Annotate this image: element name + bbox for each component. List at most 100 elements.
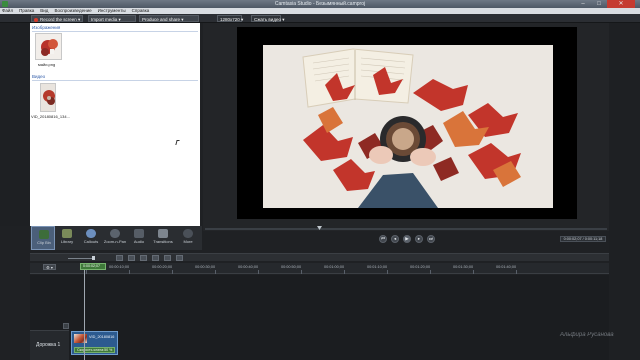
- ruler-label: 00:01:40;00: [496, 265, 517, 269]
- mouse-cursor-icon: [175, 140, 180, 145]
- fit-label: Сжать видео: [254, 17, 281, 22]
- tab-label: More: [183, 239, 193, 244]
- fit-dropdown[interactable]: Сжать видео ▾: [251, 15, 284, 22]
- ruler-label: 00:00:30;00: [195, 265, 216, 269]
- track-lock-icon[interactable]: [63, 323, 69, 329]
- ruler-label: 00:01:00;00: [324, 265, 345, 269]
- ruler-tick: [344, 270, 345, 274]
- ruler-label: 00:00:40;00: [238, 265, 259, 269]
- tab-library[interactable]: Library: [55, 226, 79, 250]
- ruler-tick: [301, 270, 302, 274]
- ruler-tick: [129, 270, 130, 274]
- video-frame[interactable]: [263, 45, 553, 208]
- quiz-icon[interactable]: [176, 255, 183, 261]
- video-frame-art: [263, 45, 553, 208]
- audio-icon: [134, 229, 144, 238]
- image-thumbnail-art: [41, 39, 58, 56]
- clip-bin-panel: Изображения майи.png Видео VID_20180816_…: [30, 23, 200, 226]
- timeline-settings-button[interactable]: ⚙ ▾: [43, 264, 56, 270]
- paste-icon[interactable]: [152, 255, 159, 261]
- canvas-size-label: 1280x720: [220, 17, 240, 22]
- tab-label: Callouts: [83, 239, 99, 244]
- tab-more[interactable]: More: [176, 226, 200, 250]
- ruler-label: 00:00:50;00: [281, 265, 302, 269]
- tab-label: Library: [60, 239, 74, 244]
- close-button[interactable]: ✕: [607, 0, 635, 8]
- clip-name: VID_20180816: [89, 335, 115, 339]
- ruler-label: 00:01:30;00: [453, 265, 474, 269]
- split-icon[interactable]: [128, 255, 135, 261]
- ruler-label: 00:01:10;00: [367, 265, 388, 269]
- timeline-toolbar: [30, 253, 610, 261]
- ruler-label: 00:01:20;00: [410, 265, 431, 269]
- time-readout: 0:00:02;07 / 0:00:11;18: [560, 236, 606, 242]
- video-file-name: VID_20180816_134...: [31, 114, 70, 119]
- tab-label: Transitions: [153, 239, 173, 244]
- clip-bin-icon: [39, 230, 49, 239]
- tab-audio[interactable]: Audio: [127, 226, 151, 250]
- ruler-tick: [430, 270, 431, 274]
- ruler-label: 00:00:20;00: [152, 265, 173, 269]
- copy-icon[interactable]: [140, 255, 147, 261]
- rewind-start-button[interactable]: ⏮: [379, 235, 387, 243]
- images-section-label: Изображения: [32, 25, 61, 30]
- play-icon: ▶: [405, 236, 409, 241]
- clip-speed-badge: Скорость клипа:50 %: [74, 347, 116, 353]
- marker-icon[interactable]: [164, 255, 171, 261]
- video-thumbnail[interactable]: [40, 83, 56, 112]
- video-thumbnail-art: [43, 90, 55, 105]
- library-icon: [62, 229, 72, 238]
- ruler-label: 00:00:10;00: [109, 265, 130, 269]
- tab-transitions[interactable]: Transitions: [151, 226, 175, 250]
- callouts-icon: [86, 229, 96, 238]
- ruler-tick: [215, 270, 216, 274]
- author-watermark: Альфира Русанова: [560, 332, 614, 338]
- cut-icon[interactable]: [116, 255, 123, 261]
- play-button[interactable]: ▶: [403, 235, 411, 243]
- preview-scrub-bar[interactable]: [205, 228, 607, 230]
- task-tabs: Clip Bin Library Callouts Zoom-n-Pan Aud…: [30, 226, 202, 250]
- ruler-tick: [172, 270, 173, 274]
- produce-share-button[interactable]: Produce and share ▾: [139, 15, 199, 22]
- image-thumbnail[interactable]: [35, 33, 62, 60]
- transitions-icon: [158, 229, 168, 238]
- ruler-tick: [86, 270, 87, 274]
- left-margin: [0, 23, 30, 226]
- zoom-slider-knob[interactable]: [92, 256, 95, 260]
- clip-thumbnail: [74, 334, 87, 343]
- section-divider: [32, 31, 198, 32]
- title-bar: Camtasia Studio - Безымянный.camproj – □…: [0, 0, 640, 8]
- tab-zoom-n-pan[interactable]: Zoom-n-Pan: [103, 226, 127, 250]
- playhead-line: [84, 270, 85, 360]
- more-icon: [183, 229, 193, 238]
- main-toolbar: Record the screen ▾ Import media ▾ Produ…: [0, 14, 640, 23]
- step-back-icon: ◂: [393, 236, 397, 241]
- import-media-button[interactable]: Import media ▾: [88, 15, 136, 22]
- rewind-start-icon: ⏮: [380, 236, 386, 241]
- ruler-tick: [387, 270, 388, 274]
- minimize-button[interactable]: –: [575, 0, 591, 8]
- skip-end-button[interactable]: ⏭: [427, 235, 435, 243]
- timeline-ruler[interactable]: 00:00:00;00 00:00:10;00 00:00:20;00 00:0…: [30, 263, 610, 274]
- zoom-icon: [110, 229, 120, 238]
- tab-label: Audio: [133, 239, 145, 244]
- image-file-name: майи.png: [38, 62, 56, 67]
- skip-end-icon: ⏭: [428, 236, 434, 241]
- tab-callouts[interactable]: Callouts: [79, 226, 103, 250]
- zoom-slider[interactable]: [68, 258, 94, 259]
- maximize-button[interactable]: □: [591, 0, 607, 8]
- produce-label: Produce and share: [142, 17, 181, 22]
- step-back-button[interactable]: ◂: [391, 235, 399, 243]
- record-screen-button[interactable]: Record the screen ▾: [31, 15, 83, 22]
- track-name: Дорожка 1: [36, 342, 61, 348]
- record-label: Record the screen: [40, 17, 77, 22]
- right-margin: [609, 23, 640, 360]
- playhead[interactable]: 0:00:02;07: [80, 263, 106, 270]
- import-label: Import media: [91, 17, 118, 22]
- step-forward-button[interactable]: ▸: [415, 235, 423, 243]
- tab-clip-bin[interactable]: Clip Bin: [31, 226, 55, 250]
- tab-label: Clip Bin: [37, 240, 51, 245]
- step-forward-icon: ▸: [417, 236, 421, 241]
- canvas-size-dropdown[interactable]: 1280x720 ▾: [217, 15, 243, 22]
- section-divider: [32, 80, 198, 81]
